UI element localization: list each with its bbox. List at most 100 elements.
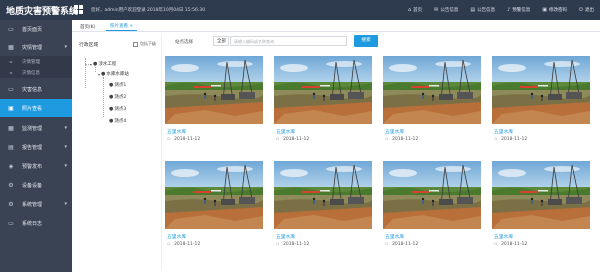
dot-icon: ▫ [9, 59, 13, 64]
sidebar-item-photos[interactable]: ▣ 照片查看 [0, 99, 72, 117]
calendar-icon: ▫ [167, 242, 171, 247]
home-icon: ▭ [8, 25, 14, 33]
photo-date: ▫ 2018-11-12 [385, 242, 419, 247]
photo-date: ▫ 2018-11-12 [494, 137, 528, 142]
report-icon: ▤ [8, 143, 14, 151]
water-drop-icon: ● [109, 106, 114, 112]
main-panel: 首页(K) 照片查看 × 行政区域 包括下级 ▾ ● 涉水工程 ▾ ● 水库水库站 ● 测… [72, 20, 600, 272]
photo-card[interactable]: 五里水库 ▫ 2018-11-12 [492, 161, 590, 255]
topnav-notice-2[interactable]: ▤ 公告信息 [464, 0, 501, 20]
calendar-icon: ▫ [276, 137, 280, 142]
sidebar-item-report[interactable]: ▤ 报告管理 ▾ [0, 138, 72, 156]
doc-icon: ▤ [470, 7, 476, 13]
sidebar-item-log[interactable]: ▭ 系统日志 [0, 214, 72, 232]
bell-icon: ♪ [507, 7, 511, 13]
tree-line [95, 67, 96, 72]
sidebar-item-monitor[interactable]: ▦ 监测管理 ▾ [0, 119, 72, 137]
water-drop-icon: ● [109, 82, 114, 88]
site-photo[interactable] [274, 161, 372, 229]
tree-node-point[interactable]: ● 测点3 [109, 106, 126, 112]
photo-card[interactable]: 五里水库 ▫ 2018-11-12 [383, 161, 481, 255]
tree-line [85, 58, 86, 88]
lock-icon: ▣ [542, 7, 548, 13]
topnav-notice[interactable]: ✉ 公告信息 [428, 0, 464, 20]
home-icon: ⌂ [407, 7, 412, 13]
site-photo[interactable] [383, 56, 481, 124]
checkbox-icon[interactable] [133, 41, 138, 47]
site-photo[interactable] [492, 56, 590, 124]
topnav-home[interactable]: ⌂ 首页 [402, 0, 428, 20]
top-nav: ⌂ 首页 ✉ 公告信息 ▤ 公告信息 ♪ 预警信息 ▣ 修改密码 ⏻ 退出 [402, 0, 600, 20]
tab-photos[interactable]: 照片查看 × [106, 22, 138, 31]
water-drop-icon: ● [109, 94, 114, 100]
photo-date: ▫ 2018-11-12 [276, 137, 310, 142]
photo-name[interactable]: 五里水库 [494, 233, 513, 240]
photo-date: ▫ 2018-11-12 [385, 137, 419, 142]
site-photo[interactable] [165, 56, 263, 124]
include-children-checkbox[interactable]: 包括下级 [133, 41, 156, 47]
chevron-down-icon: ▾ [64, 201, 67, 207]
message-icon: ✉ [434, 7, 439, 13]
folder-icon: ▦ [8, 43, 14, 51]
photo-card[interactable]: 五里水库 ▫ 2018-11-12 [274, 56, 372, 150]
photo-name[interactable]: 五里水库 [167, 233, 186, 240]
sidebar-item-device[interactable]: ⚙ 设备设备 [0, 176, 72, 194]
search-input[interactable]: 请输入编码或名称查询 [230, 36, 347, 46]
calendar-icon: ▫ [167, 137, 171, 142]
collapse-icon[interactable]: ▾ [98, 72, 100, 77]
station-filter-label: 站点选择 [175, 40, 193, 45]
dot-icon: ▫ [9, 70, 13, 75]
sidebar-subitem-info[interactable]: ▫ 灾情信息 [0, 67, 72, 78]
photo-name[interactable]: 五里水库 [167, 128, 186, 135]
site-photo[interactable] [383, 161, 481, 229]
tree-node-root[interactable]: ▾ ● 涉水工程 [90, 61, 116, 67]
photo-card[interactable]: 五里水库 ▫ 2018-11-12 [492, 56, 590, 150]
device-icon: ⚙ [8, 181, 14, 189]
photo-card[interactable]: 五里水库 ▫ 2018-11-12 [274, 161, 372, 255]
photo-name[interactable]: 五里水库 [276, 128, 295, 135]
sidebar-item-disaster[interactable]: ▦ 灾情管理 ▾ [0, 38, 72, 56]
tree-line [103, 77, 104, 117]
photo-date: ▫ 2018-11-12 [276, 242, 310, 247]
photo-card[interactable]: 五里水库 ▫ 2018-11-12 [165, 161, 263, 255]
chevron-down-icon: ▾ [64, 125, 67, 131]
tree-node-point[interactable]: ● 测点1 [109, 82, 126, 88]
calendar-icon: ▫ [276, 242, 280, 247]
photo-card[interactable]: 五里水库 ▫ 2018-11-12 [383, 56, 481, 150]
photo-card[interactable]: 五里水库 ▫ 2018-11-12 [165, 56, 263, 150]
alert-icon: ◈ [8, 162, 14, 170]
topnav-warning[interactable]: ♪ 预警信息 [501, 0, 536, 20]
photo-date: ▫ 2018-11-12 [167, 137, 201, 142]
tree-title: 行政区域 [79, 43, 99, 48]
site-photo[interactable] [165, 161, 263, 229]
sidebar-item-home[interactable]: ▭ 首页面页 [0, 20, 72, 38]
welcome-text: 您好，admin用户欢迎登录 2018年10月04日 15:56:30 [91, 8, 206, 13]
tree-node-point[interactable]: ● 测点4 [109, 118, 126, 124]
photo-date: ▫ 2018-11-12 [167, 242, 201, 247]
tab-home[interactable]: 首页(K) [76, 22, 99, 31]
photo-name[interactable]: 五里水库 [494, 128, 513, 135]
calendar-icon: ▫ [385, 242, 389, 247]
site-photo[interactable] [492, 161, 590, 229]
sidebar-item-system[interactable]: ⚙ 系统管理 ▾ [0, 195, 72, 213]
photo-name[interactable]: 五里水库 [276, 233, 295, 240]
region-tree: 行政区域 包括下级 ▾ ● 涉水工程 ▾ ● 水库水库站 ● 测点1 ● 测点2 ● 测点3 … [76, 36, 162, 270]
photo-icon: ▣ [8, 104, 14, 112]
photo-name[interactable]: 五里水库 [385, 128, 404, 135]
search-button[interactable]: 搜索 [354, 35, 378, 47]
menu-grid-icon[interactable] [74, 5, 83, 14]
collapse-icon[interactable]: ▾ [90, 62, 92, 67]
calendar-icon: ▫ [385, 137, 389, 142]
sidebar: ▭ 首页面页 ▦ 灾情管理 ▾ ▫ 灾情管理 ▫ 灾情信息 ▭ 灾害信息 ▣ 照片查看 ▦ 监测… [0, 20, 72, 272]
sidebar-item-alert[interactable]: ◈ 预警发布 ▾ [0, 157, 72, 175]
tree-node-point[interactable]: ● 测点2 [109, 94, 126, 100]
settings-icon: ⚙ [8, 200, 14, 208]
topnav-password[interactable]: ▣ 修改密码 [536, 0, 573, 20]
site-photo[interactable] [274, 56, 372, 124]
tab-bar: 首页(K) 照片查看 × [72, 20, 600, 32]
photo-name[interactable]: 五里水库 [385, 233, 404, 240]
water-drop-icon: ● [109, 118, 114, 124]
sidebar-item-hazard[interactable]: ▭ 灾害信息 [0, 80, 72, 98]
topnav-logout[interactable]: ⏻ 退出 [573, 0, 600, 20]
sidebar-subitem-disaster[interactable]: ▫ 灾情管理 [0, 56, 72, 67]
